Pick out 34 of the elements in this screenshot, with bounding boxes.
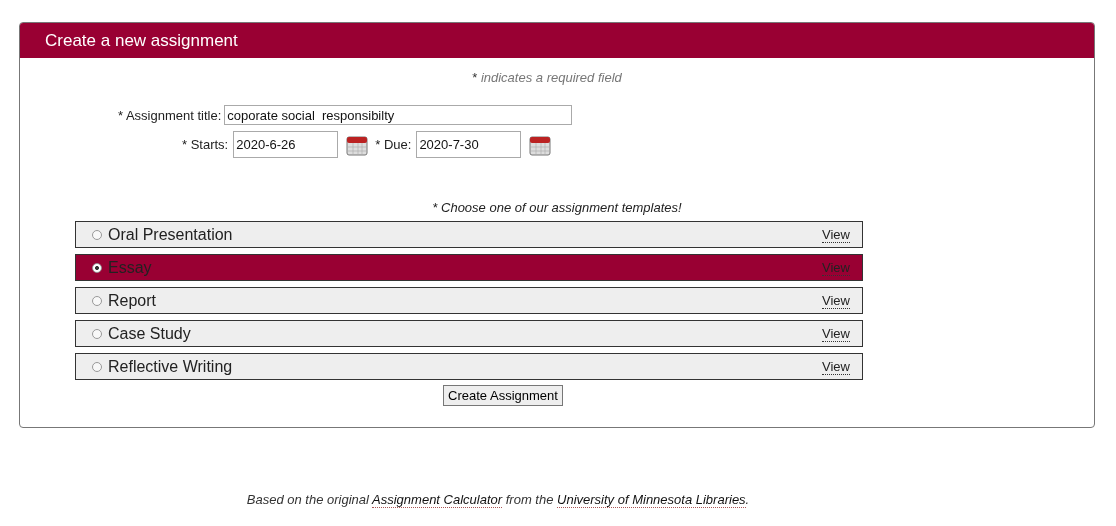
templates-prompt: * Choose one of our assignment templates! (431, 200, 683, 215)
radio-button[interactable] (92, 262, 102, 273)
title-field[interactable]: coporate social responsibilty (224, 105, 573, 125)
radio-button[interactable] (92, 328, 102, 339)
field-label: * Starts: (182, 137, 229, 152)
template-option[interactable]: Case Study View (75, 320, 863, 347)
template-label: Essay (108, 258, 152, 276)
footer-link[interactable]: University of Minnesota Libraries (557, 492, 746, 508)
radio-button[interactable] (92, 361, 102, 372)
field-label: * Due: (375, 137, 412, 152)
template-option[interactable]: Report View (75, 287, 863, 314)
date-field[interactable]: 2020-7-30 (416, 131, 522, 158)
template-label: Oral Presentation (108, 225, 233, 243)
required-note: indicates a required field (480, 70, 622, 85)
radio-button[interactable] (92, 295, 102, 306)
radio-button[interactable] (92, 229, 102, 240)
footer-link[interactable]: Assignment Calculator (372, 492, 503, 508)
template-option[interactable]: Reflective Writing View (75, 353, 863, 380)
view-link[interactable]: View (822, 325, 850, 342)
calendar-icon[interactable] (346, 133, 369, 156)
view-link[interactable]: View (822, 226, 850, 243)
template-label: Report (108, 291, 157, 309)
panel-title: Create a new assignment (45, 30, 238, 51)
calendar-icon[interactable] (529, 133, 552, 156)
template-label: Case Study (108, 324, 191, 342)
template-option[interactable]: Oral Presentation View (75, 221, 863, 248)
view-link[interactable]: View (822, 292, 850, 309)
field-label: * Assignment title: (118, 107, 222, 123)
required-mark: * (472, 70, 478, 85)
footer-text: Based on the original Assignment Calculator from the University of Minnesota Libraries. (245, 492, 751, 507)
template-label: Reflective Writing (108, 357, 233, 375)
date-field[interactable]: 2020-6-26 (233, 131, 339, 158)
view-link[interactable]: View (822, 358, 850, 375)
create-assignment-button[interactable]: Create Assignment (443, 385, 563, 406)
